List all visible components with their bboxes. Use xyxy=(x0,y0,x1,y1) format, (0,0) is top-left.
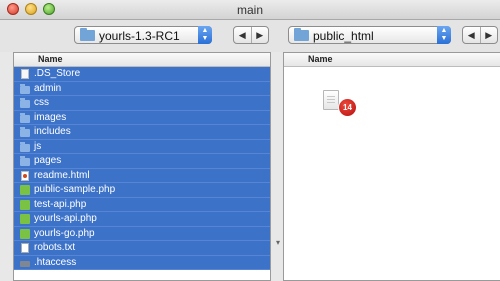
right-nav-buttons: ◀ ▶ xyxy=(462,26,498,44)
window-title: main xyxy=(236,3,263,17)
folder-icon xyxy=(20,127,30,137)
popup-arrows-icon: ▲ ▼ xyxy=(437,26,451,44)
folder-icon xyxy=(80,28,95,41)
file-row[interactable]: pages xyxy=(14,154,270,169)
file-row[interactable]: readme.html xyxy=(14,168,270,183)
folder-icon xyxy=(20,83,30,94)
right-folder-popup[interactable]: public_html ▲ ▼ xyxy=(288,26,451,44)
toolbar: yourls-1.3-RC1 ▲ ▼ ◀ ▶ public_html ▲ ▼ ◀ ▶ xyxy=(0,20,500,52)
php-file-icon xyxy=(20,185,30,195)
right-name-column-header[interactable]: Name xyxy=(284,53,500,67)
left-file-pane[interactable]: Name .DS_Storeadmin css images includes js pa… xyxy=(13,52,271,281)
file-name: robots.txt xyxy=(34,242,76,253)
php-file-icon xyxy=(20,214,30,224)
right-file-pane[interactable]: Name xyxy=(283,52,500,281)
folder-icon xyxy=(20,112,30,123)
file-row[interactable]: images xyxy=(14,110,270,125)
file-row[interactable]: admin xyxy=(14,81,270,96)
file-row[interactable]: yourls-go.php xyxy=(14,226,270,241)
php-file-icon xyxy=(20,228,30,239)
left-file-list: .DS_Storeadmin css images includes js pages re… xyxy=(14,67,270,270)
left-name-column-header[interactable]: Name xyxy=(14,53,270,67)
html-file-icon xyxy=(21,170,29,181)
file-name: css xyxy=(34,97,49,108)
file-row[interactable]: includes xyxy=(14,125,270,140)
popup-arrows-icon: ▲ ▼ xyxy=(198,26,212,44)
pane-resize-handle[interactable]: ▾ xyxy=(276,238,280,247)
file-name: includes xyxy=(34,126,71,137)
right-back-button[interactable]: ◀ xyxy=(463,27,480,43)
folder-icon xyxy=(20,156,30,166)
file-name: admin xyxy=(34,82,62,94)
file-name: .DS_Store xyxy=(34,68,81,79)
text-file-icon xyxy=(21,243,29,253)
folder-icon xyxy=(20,98,30,108)
file-row[interactable]: robots.txt xyxy=(14,241,270,256)
dark-file-icon xyxy=(20,260,30,267)
file-name: test-api.php xyxy=(34,198,87,210)
php-file-icon xyxy=(20,199,30,210)
file-row[interactable]: public-sample.php xyxy=(14,183,270,198)
title-bar: main xyxy=(0,0,500,20)
left-forward-button[interactable]: ▶ xyxy=(250,27,269,43)
file-name: .htaccess xyxy=(34,256,77,268)
file-row[interactable]: yourls-api.php xyxy=(14,212,270,227)
file-name: public-sample.php xyxy=(34,184,116,195)
file-row[interactable]: .htaccess xyxy=(14,255,270,270)
folder-icon xyxy=(294,28,309,41)
folder-icon xyxy=(20,141,30,152)
left-back-button[interactable]: ◀ xyxy=(234,27,251,43)
dragged-files-icon[interactable] xyxy=(323,90,339,110)
file-row[interactable]: js xyxy=(14,139,270,154)
left-folder-name: yourls-1.3-RC1 xyxy=(99,29,180,43)
file-name: pages xyxy=(34,155,62,166)
right-forward-button[interactable]: ▶ xyxy=(479,27,498,43)
file-row[interactable]: css xyxy=(14,96,270,111)
left-nav-buttons: ◀ ▶ xyxy=(233,26,269,44)
file-name: images xyxy=(34,111,67,123)
file-name: readme.html xyxy=(34,169,90,181)
file-name: yourls-api.php xyxy=(34,213,97,224)
file-row[interactable]: .DS_Store xyxy=(14,67,270,82)
document-icon xyxy=(21,69,29,79)
file-name: yourls-go.php xyxy=(34,227,95,239)
file-name: js xyxy=(34,140,42,152)
right-folder-name: public_html xyxy=(313,29,374,43)
left-folder-popup[interactable]: yourls-1.3-RC1 ▲ ▼ xyxy=(74,26,212,44)
file-row[interactable]: test-api.php xyxy=(14,197,270,212)
drag-count-badge: 14 xyxy=(339,99,356,116)
